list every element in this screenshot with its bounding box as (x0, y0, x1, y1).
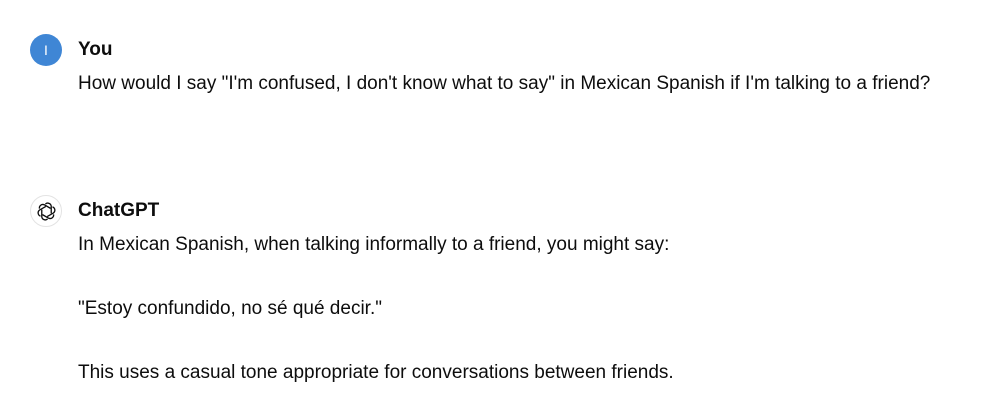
user-message-text: How would I say "I'm confused, I don't k… (78, 68, 958, 100)
assistant-paragraph: "Estoy confundido, no sé qué decir." (78, 298, 382, 319)
user-avatar: I (30, 34, 62, 66)
user-message-paragraph: How would I say "I'm confused, I don't k… (78, 73, 931, 94)
openai-logo-icon (30, 195, 62, 227)
assistant-message-text: In Mexican Spanish, when talking informa… (78, 229, 958, 389)
assistant-paragraph: This uses a casual tone appropriate for … (78, 362, 674, 383)
assistant-paragraph: In Mexican Spanish, when talking informa… (78, 234, 670, 255)
user-author-name: You (78, 39, 113, 60)
assistant-author-name: ChatGPT (78, 200, 160, 221)
